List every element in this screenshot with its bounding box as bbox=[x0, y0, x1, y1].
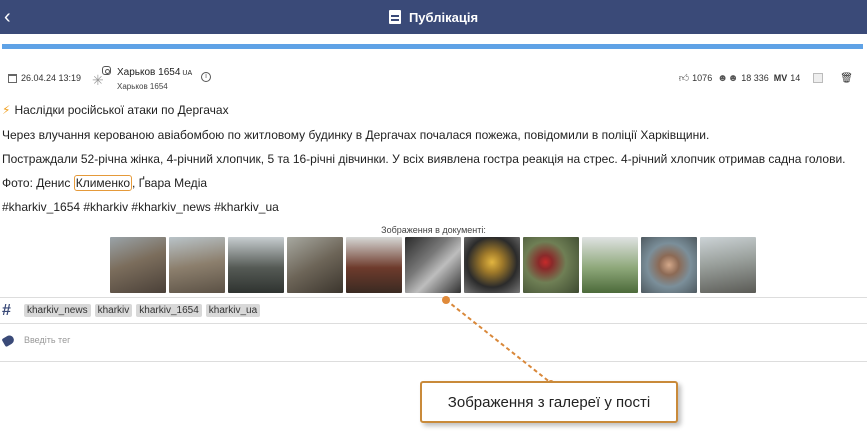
source-lang: UA bbox=[182, 70, 193, 77]
gallery-image[interactable] bbox=[228, 237, 284, 293]
photo-credit-prefix: Фото: Денис bbox=[2, 176, 74, 190]
gallery-image[interactable] bbox=[700, 237, 756, 293]
post-paragraph-2: Постраждали 52-річна жінка, 4-річний хло… bbox=[2, 152, 846, 166]
gallery-label: Зображення в документі: bbox=[381, 225, 486, 235]
source-subtitle: Харьков 1654 bbox=[117, 82, 168, 91]
divider bbox=[0, 361, 867, 362]
tag-list: kharkiv_news kharkiv kharkiv_1654 kharki… bbox=[24, 304, 261, 317]
gallery-image[interactable] bbox=[110, 237, 166, 293]
callout-box: Зображення з галереї у пості bbox=[420, 381, 678, 423]
gallery-image[interactable] bbox=[169, 237, 225, 293]
gallery-image[interactable] bbox=[287, 237, 343, 293]
post-headline: ⚡︎ Наслідки російської атаки по Дергачах bbox=[2, 103, 229, 117]
progress-bar bbox=[2, 44, 863, 49]
post-date-text: 26.04.24 13:19 bbox=[21, 73, 82, 83]
gallery-image[interactable] bbox=[405, 237, 461, 293]
gallery-image[interactable] bbox=[641, 237, 697, 293]
lightning-icon: ⚡︎ bbox=[2, 103, 11, 117]
post-meta: 26.04.24 13:19 ✳ Харьков 1654 UA Харьков … bbox=[0, 66, 867, 96]
info-icon[interactable]: i bbox=[201, 72, 211, 82]
page-title: Публікація bbox=[408, 9, 479, 25]
highlighted-name[interactable]: Клименко bbox=[73, 175, 133, 191]
tag-chip[interactable]: kharkiv bbox=[94, 304, 133, 317]
mv-stat: MV 14 bbox=[774, 73, 801, 83]
mv-label: MV bbox=[773, 73, 788, 83]
tag-icon bbox=[1, 333, 16, 348]
header-bar: ‹ Публікація bbox=[0, 0, 867, 34]
likes-stat: 👍︎ 1076 bbox=[679, 72, 712, 84]
source-name-text: Харьков 1654 bbox=[117, 67, 181, 78]
gallery-image[interactable] bbox=[464, 237, 520, 293]
thumbs-up-icon: 👍︎ bbox=[678, 73, 690, 84]
tag-input[interactable] bbox=[24, 333, 324, 347]
audience-stat: ☻☻ 18 336 bbox=[717, 73, 769, 84]
mv-count: 14 bbox=[790, 73, 801, 83]
post-date: 26.04.24 13:19 bbox=[8, 73, 81, 83]
copy-icon[interactable] bbox=[813, 73, 824, 83]
gallery-image[interactable] bbox=[346, 237, 402, 293]
document-icon bbox=[388, 10, 401, 24]
people-icon: ☻☻ bbox=[717, 72, 739, 84]
post-photo-credit: Фото: Денис Клименко, Ґвара Медіа bbox=[2, 175, 208, 191]
source-name[interactable]: Харьков 1654 UA bbox=[117, 67, 192, 78]
gallery-image[interactable] bbox=[582, 237, 638, 293]
header-title-wrap: Публікація bbox=[388, 9, 479, 25]
likes-count: 1076 bbox=[692, 73, 713, 83]
tag-chip[interactable]: kharkiv_news bbox=[24, 304, 91, 317]
post-paragraph-1: Через влучання керованою авіабомбою по ж… bbox=[2, 128, 710, 142]
image-gallery bbox=[110, 237, 756, 293]
calendar-icon bbox=[8, 73, 17, 83]
source-logo-icon: ✳ bbox=[92, 72, 104, 88]
gallery-image[interactable] bbox=[523, 237, 579, 293]
trash-icon[interactable]: 🗑︎ bbox=[840, 73, 853, 84]
source-avatar: ✳ bbox=[92, 66, 114, 90]
hashtag-icon: # bbox=[2, 302, 11, 319]
tag-chip[interactable]: kharkiv_ua bbox=[205, 304, 261, 317]
divider bbox=[0, 323, 867, 324]
photo-credit-suffix: , Ґвара Медіа bbox=[132, 176, 208, 190]
back-button[interactable]: ‹ bbox=[4, 6, 18, 28]
post-headline-text: Наслідки російської атаки по Дергачах bbox=[14, 103, 229, 117]
divider bbox=[0, 297, 867, 298]
instagram-icon bbox=[102, 66, 111, 75]
audience-count: 18 336 bbox=[741, 73, 769, 83]
post-stats: 👍︎ 1076 ☻☻ 18 336 MV 14 🗑︎ bbox=[679, 72, 853, 85]
post-hashtags: #kharkiv_1654 #kharkiv #kharkiv_news #kh… bbox=[2, 200, 279, 214]
tag-chip[interactable]: kharkiv_1654 bbox=[136, 304, 202, 317]
